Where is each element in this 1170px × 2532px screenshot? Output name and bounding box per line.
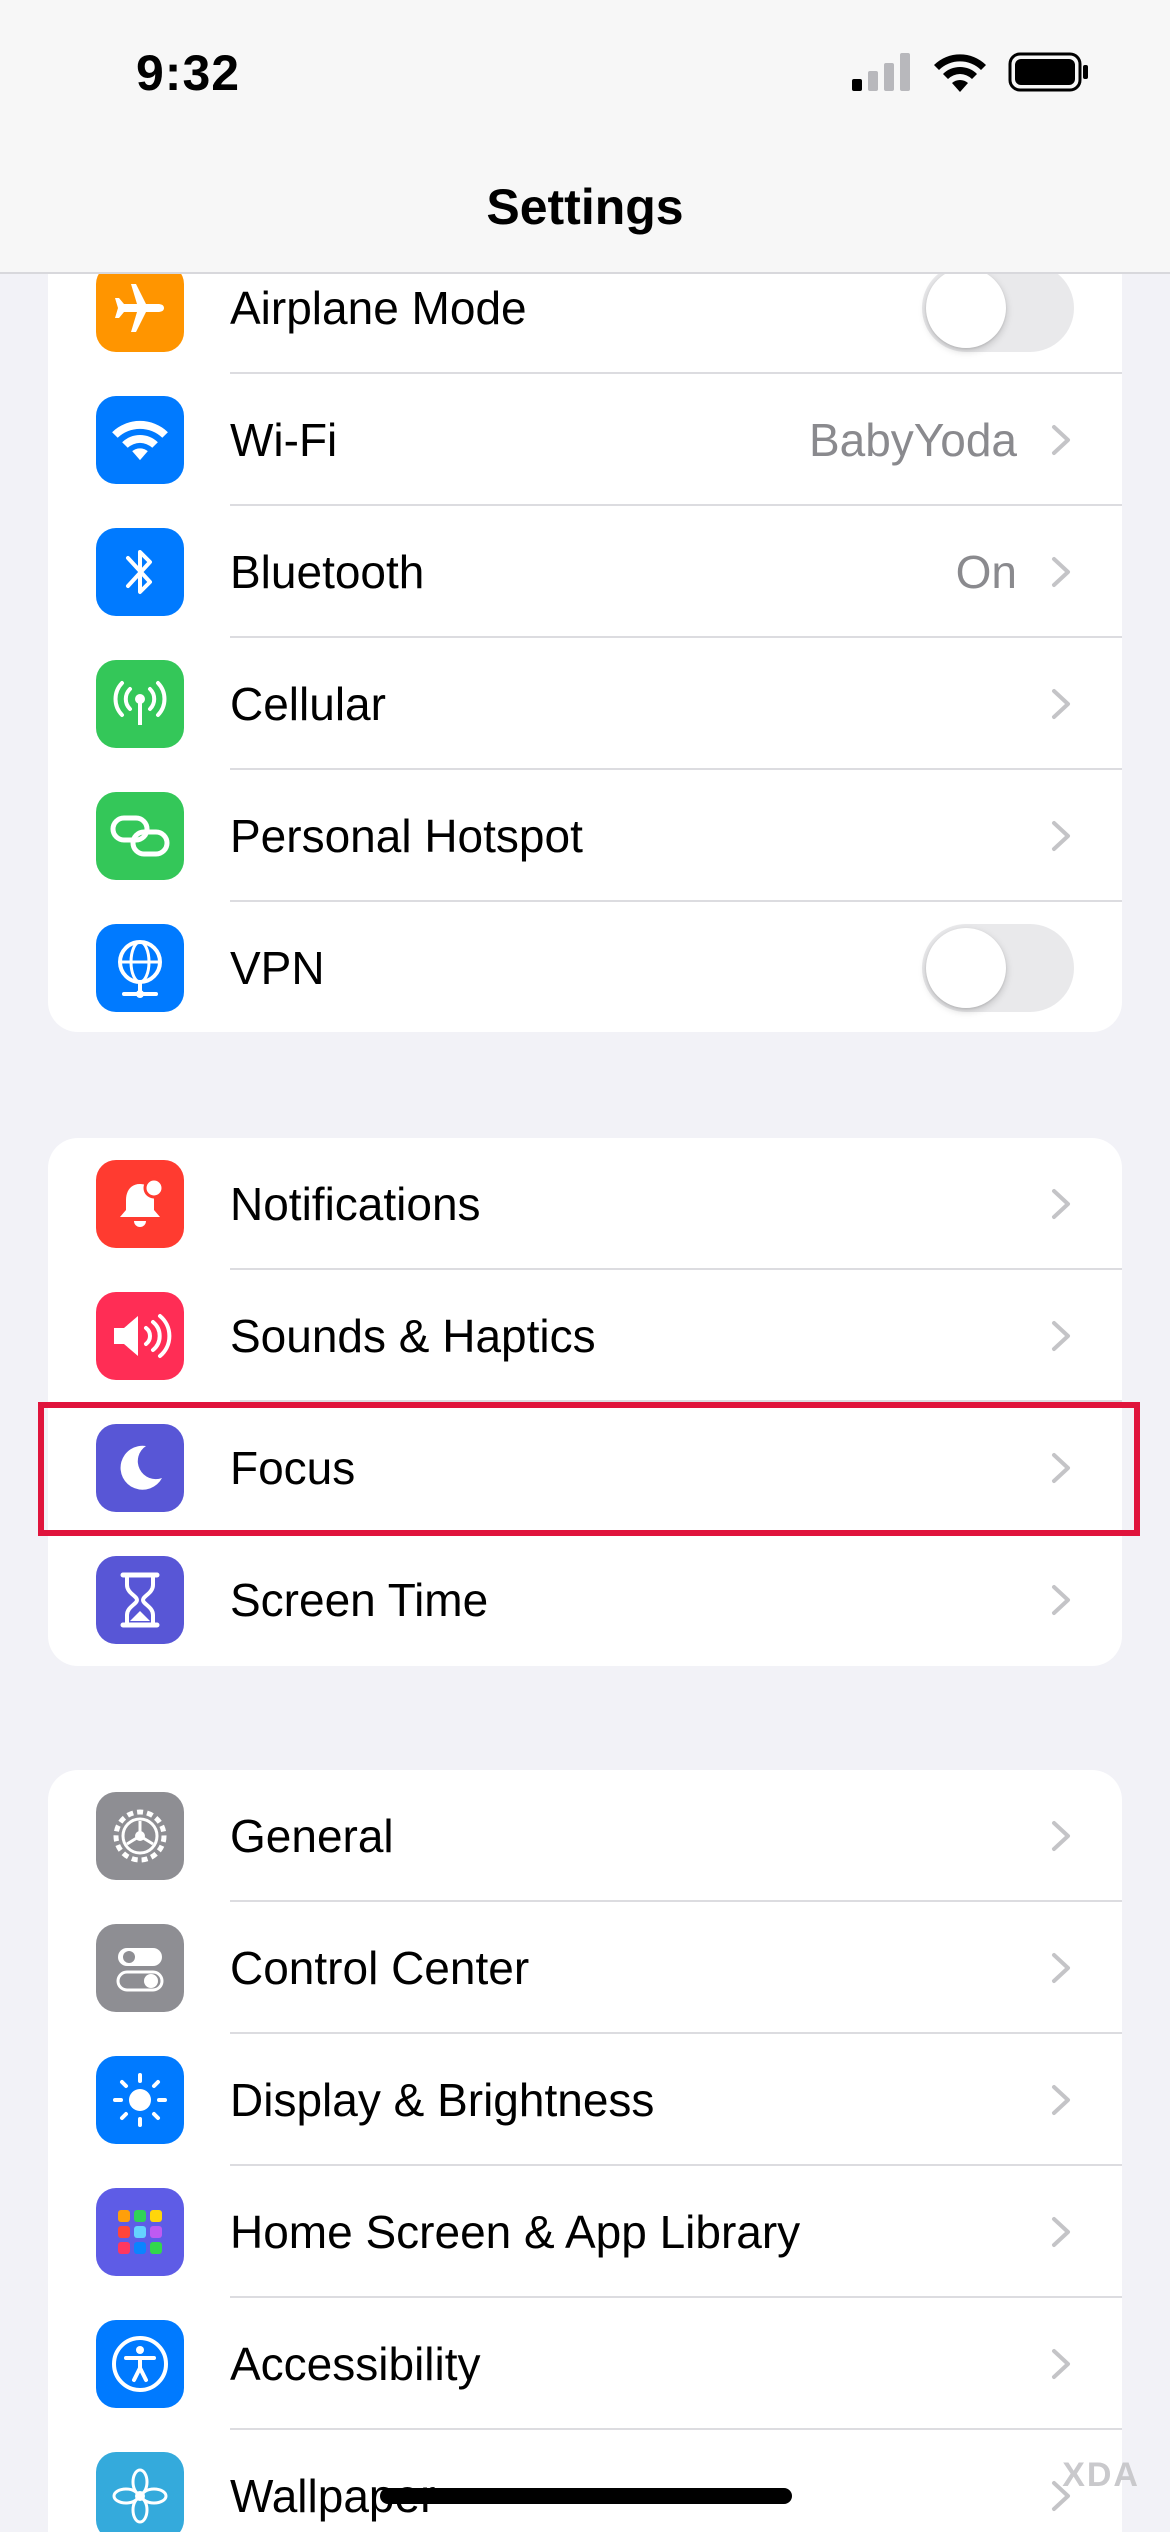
row-label: VPN (230, 942, 325, 994)
row-wifi[interactable]: Wi-Fi BabyYoda (48, 374, 1122, 506)
accessibility-icon (96, 2320, 184, 2408)
bluetooth-status-value: On (955, 546, 1017, 598)
row-label: Focus (230, 1442, 356, 1494)
sun-icon (96, 2056, 184, 2144)
row-accessibility[interactable]: Accessibility (48, 2298, 1122, 2430)
chevron-right-icon (1052, 689, 1070, 719)
row-display-brightness[interactable]: Display & Brightness (48, 2034, 1122, 2166)
globe-icon (96, 924, 184, 1012)
row-label: General (230, 1810, 394, 1862)
home-indicator[interactable] (380, 2488, 792, 2504)
app-grid-icon (96, 2188, 184, 2276)
row-wallpaper[interactable]: Wallpaper (48, 2430, 1122, 2532)
row-label: Home Screen & App Library (230, 2206, 801, 2258)
wifi-network-value: BabyYoda (808, 414, 1017, 466)
bluetooth-icon (96, 528, 184, 616)
row-label: Personal Hotspot (230, 810, 583, 862)
row-general[interactable]: General (48, 1770, 1122, 1902)
wifi-icon (934, 54, 986, 92)
toggle-knob (926, 928, 1006, 1008)
chevron-right-icon (1052, 1189, 1070, 1219)
header: 9:32 Settings (0, 0, 1170, 274)
flower-icon (96, 2452, 184, 2532)
row-focus[interactable]: Focus (48, 1402, 1122, 1534)
settings-group-general: General Control Center Display & Brightn… (48, 1770, 1122, 2532)
hourglass-icon (96, 1556, 184, 1644)
row-label: Display & Brightness (230, 2074, 655, 2126)
airplane-mode-toggle[interactable] (922, 264, 1074, 352)
row-label: Cellular (230, 678, 386, 730)
status-time: 9:32 (136, 45, 241, 101)
row-sounds-haptics[interactable]: Sounds & Haptics (48, 1270, 1122, 1402)
airplane-icon (96, 264, 184, 352)
page-title: Settings (486, 179, 684, 235)
row-label: Control Center (230, 1942, 530, 1994)
chevron-right-icon (1052, 557, 1070, 587)
switches-icon (96, 1924, 184, 2012)
battery-icon (1008, 52, 1088, 92)
row-screen-time[interactable]: Screen Time (48, 1534, 1122, 1666)
xda-watermark: XDA (1062, 2456, 1140, 2494)
chevron-right-icon (1052, 1585, 1070, 1615)
row-label: Accessibility (230, 2338, 481, 2390)
chevron-right-icon (1052, 1453, 1070, 1483)
row-label: Wi-Fi (230, 414, 338, 466)
chevron-right-icon (1052, 425, 1070, 455)
chevron-right-icon (1052, 1321, 1070, 1351)
status-icons (852, 52, 1090, 92)
settings-group-notifications: Notifications Sounds & Haptics Focus Scr… (48, 1138, 1122, 1666)
moon-icon (96, 1424, 184, 1512)
antenna-icon (96, 660, 184, 748)
settings-group-connectivity: Airplane Mode Wi-Fi BabyYoda Bluetooth O… (48, 242, 1122, 1032)
row-home-screen-app-library[interactable]: Home Screen & App Library (48, 2166, 1122, 2298)
row-label: Screen Time (230, 1574, 489, 1626)
speaker-icon (96, 1292, 184, 1380)
chevron-right-icon (1052, 2349, 1070, 2379)
row-personal-hotspot[interactable]: Personal Hotspot (48, 770, 1122, 902)
row-label: Sounds & Haptics (230, 1310, 596, 1362)
link-icon (96, 792, 184, 880)
row-vpn[interactable]: VPN (48, 902, 1122, 1032)
bell-icon (96, 1160, 184, 1248)
cellular-signal-icon (852, 53, 910, 91)
row-control-center[interactable]: Control Center (48, 1902, 1122, 2034)
toggle-knob (926, 268, 1006, 348)
wifi-icon (96, 396, 184, 484)
settings-screen: 9:32 Settings Airplane Mode Wi-Fi BabyYo… (0, 0, 1170, 2532)
chevron-right-icon (1052, 2217, 1070, 2247)
vpn-toggle[interactable] (922, 924, 1074, 1012)
row-notifications[interactable]: Notifications (48, 1138, 1122, 1270)
row-bluetooth[interactable]: Bluetooth On (48, 506, 1122, 638)
chevron-right-icon (1052, 1953, 1070, 1983)
row-label: Bluetooth (230, 546, 425, 598)
chevron-right-icon (1052, 821, 1070, 851)
row-label: Notifications (230, 1178, 481, 1230)
gear-icon (96, 1792, 184, 1880)
chevron-right-icon (1052, 2085, 1070, 2115)
row-cellular[interactable]: Cellular (48, 638, 1122, 770)
row-label: Wallpaper (230, 2470, 436, 2522)
chevron-right-icon (1052, 1821, 1070, 1851)
